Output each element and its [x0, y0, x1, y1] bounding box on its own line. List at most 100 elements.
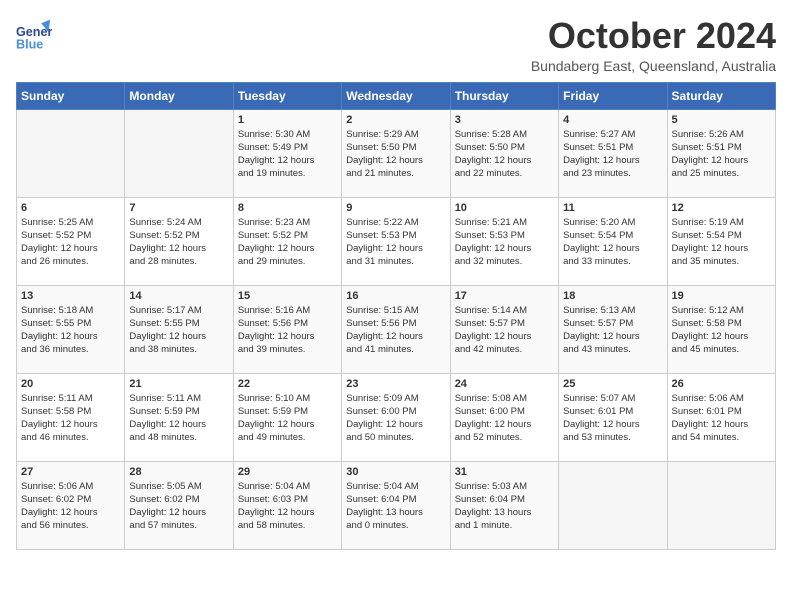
day-info: Sunrise: 5:22 AM Sunset: 5:53 PM Dayligh…	[346, 216, 445, 269]
day-number: 29	[238, 466, 337, 478]
day-info: Sunrise: 5:30 AM Sunset: 5:49 PM Dayligh…	[238, 128, 337, 181]
svg-text:Blue: Blue	[16, 37, 43, 51]
day-number: 30	[346, 466, 445, 478]
day-info: Sunrise: 5:19 AM Sunset: 5:54 PM Dayligh…	[672, 216, 771, 269]
header-monday: Monday	[125, 82, 233, 109]
day-number: 22	[238, 378, 337, 390]
day-number: 8	[238, 202, 337, 214]
day-info: Sunrise: 5:13 AM Sunset: 5:57 PM Dayligh…	[563, 304, 662, 357]
title-block: October 2024 Bundaberg East, Queensland,…	[531, 16, 776, 74]
calendar-week-1: 1 Sunrise: 5:30 AM Sunset: 5:49 PM Daylig…	[17, 109, 776, 197]
day-number: 16	[346, 290, 445, 302]
day-number: 9	[346, 202, 445, 214]
day-number: 21	[129, 378, 228, 390]
day-number: 3	[455, 114, 554, 126]
day-info: Sunrise: 5:11 AM Sunset: 5:59 PM Dayligh…	[129, 392, 228, 445]
header-saturday: Saturday	[667, 82, 775, 109]
day-info: Sunrise: 5:09 AM Sunset: 6:00 PM Dayligh…	[346, 392, 445, 445]
day-info: Sunrise: 5:05 AM Sunset: 6:02 PM Dayligh…	[129, 480, 228, 533]
day-number: 11	[563, 202, 662, 214]
calendar-cell	[667, 461, 775, 549]
calendar-cell: 11 Sunrise: 5:20 AM Sunset: 5:54 PM Dayli…	[559, 197, 667, 285]
day-number: 24	[455, 378, 554, 390]
calendar-cell: 4 Sunrise: 5:27 AM Sunset: 5:51 PM Daylig…	[559, 109, 667, 197]
calendar-cell: 29Sunrise: 5:04 AM Sunset: 6:03 PM Dayli…	[233, 461, 341, 549]
calendar-cell: 10Sunrise: 5:21 AM Sunset: 5:53 PM Dayli…	[450, 197, 558, 285]
day-number: 5	[672, 114, 771, 126]
calendar-cell: 31 Sunrise: 5:03 AM Sunset: 6:04 PM Dayli…	[450, 461, 558, 549]
day-number: 15	[238, 290, 337, 302]
calendar-cell: 1 Sunrise: 5:30 AM Sunset: 5:49 PM Daylig…	[233, 109, 341, 197]
calendar-header-row: Sunday Monday Tuesday Wednesday Thursday…	[17, 82, 776, 109]
day-info: Sunrise: 5:20 AM Sunset: 5:54 PM Dayligh…	[563, 216, 662, 269]
day-number: 12	[672, 202, 771, 214]
day-number: 25	[563, 378, 662, 390]
calendar-cell: 19 Sunrise: 5:12 AM Sunset: 5:58 PM Dayli…	[667, 285, 775, 373]
day-number: 23	[346, 378, 445, 390]
calendar-cell: 2 Sunrise: 5:29 AM Sunset: 5:50 PM Daylig…	[342, 109, 450, 197]
calendar-cell: 3 Sunrise: 5:28 AM Sunset: 5:50 PM Daylig…	[450, 109, 558, 197]
calendar-cell: 15 Sunrise: 5:16 AM Sunset: 5:56 PM Dayli…	[233, 285, 341, 373]
calendar-cell: 18 Sunrise: 5:13 AM Sunset: 5:57 PM Dayli…	[559, 285, 667, 373]
calendar-cell: 20Sunrise: 5:11 AM Sunset: 5:58 PM Dayli…	[17, 373, 125, 461]
day-number: 1	[238, 114, 337, 126]
calendar-cell: 24 Sunrise: 5:08 AM Sunset: 6:00 PM Dayli…	[450, 373, 558, 461]
calendar-cell: 8Sunrise: 5:23 AM Sunset: 5:52 PM Daylig…	[233, 197, 341, 285]
logo-icon: General Blue	[16, 16, 52, 52]
header-friday: Friday	[559, 82, 667, 109]
day-info: Sunrise: 5:25 AM Sunset: 5:52 PM Dayligh…	[21, 216, 120, 269]
calendar-week-5: 27 Sunrise: 5:06 AM Sunset: 6:02 PM Dayli…	[17, 461, 776, 549]
day-info: Sunrise: 5:27 AM Sunset: 5:51 PM Dayligh…	[563, 128, 662, 181]
calendar-cell: 30 Sunrise: 5:04 AM Sunset: 6:04 PM Dayli…	[342, 461, 450, 549]
calendar-cell: 14Sunrise: 5:17 AM Sunset: 5:55 PM Dayli…	[125, 285, 233, 373]
calendar-cell: 13Sunrise: 5:18 AM Sunset: 5:55 PM Dayli…	[17, 285, 125, 373]
day-info: Sunrise: 5:26 AM Sunset: 5:51 PM Dayligh…	[672, 128, 771, 181]
calendar-cell: 6Sunrise: 5:25 AM Sunset: 5:52 PM Daylig…	[17, 197, 125, 285]
calendar-cell: 12 Sunrise: 5:19 AM Sunset: 5:54 PM Dayli…	[667, 197, 775, 285]
day-info: Sunrise: 5:28 AM Sunset: 5:50 PM Dayligh…	[455, 128, 554, 181]
day-number: 10	[455, 202, 554, 214]
calendar-cell: 27 Sunrise: 5:06 AM Sunset: 6:02 PM Dayli…	[17, 461, 125, 549]
calendar-cell: 23 Sunrise: 5:09 AM Sunset: 6:00 PM Dayli…	[342, 373, 450, 461]
calendar-week-4: 20Sunrise: 5:11 AM Sunset: 5:58 PM Dayli…	[17, 373, 776, 461]
day-info: Sunrise: 5:16 AM Sunset: 5:56 PM Dayligh…	[238, 304, 337, 357]
calendar-cell	[559, 461, 667, 549]
header-wednesday: Wednesday	[342, 82, 450, 109]
day-info: Sunrise: 5:08 AM Sunset: 6:00 PM Dayligh…	[455, 392, 554, 445]
calendar-cell: 17 Sunrise: 5:14 AM Sunset: 5:57 PM Dayli…	[450, 285, 558, 373]
calendar-table: Sunday Monday Tuesday Wednesday Thursday…	[16, 82, 776, 550]
calendar-week-2: 6Sunrise: 5:25 AM Sunset: 5:52 PM Daylig…	[17, 197, 776, 285]
header-thursday: Thursday	[450, 82, 558, 109]
day-info: Sunrise: 5:14 AM Sunset: 5:57 PM Dayligh…	[455, 304, 554, 357]
day-number: 27	[21, 466, 120, 478]
page-header: General Blue October 2024 Bundaberg East…	[16, 16, 776, 74]
day-number: 17	[455, 290, 554, 302]
day-info: Sunrise: 5:06 AM Sunset: 6:02 PM Dayligh…	[21, 480, 120, 533]
day-number: 7	[129, 202, 228, 214]
day-number: 19	[672, 290, 771, 302]
calendar-cell: 22Sunrise: 5:10 AM Sunset: 5:59 PM Dayli…	[233, 373, 341, 461]
calendar-cell: 5 Sunrise: 5:26 AM Sunset: 5:51 PM Daylig…	[667, 109, 775, 197]
day-info: Sunrise: 5:17 AM Sunset: 5:55 PM Dayligh…	[129, 304, 228, 357]
day-number: 13	[21, 290, 120, 302]
calendar-cell	[17, 109, 125, 197]
day-number: 4	[563, 114, 662, 126]
day-info: Sunrise: 5:29 AM Sunset: 5:50 PM Dayligh…	[346, 128, 445, 181]
day-number: 28	[129, 466, 228, 478]
calendar-cell: 7 Sunrise: 5:24 AM Sunset: 5:52 PM Daylig…	[125, 197, 233, 285]
calendar-cell: 21 Sunrise: 5:11 AM Sunset: 5:59 PM Dayli…	[125, 373, 233, 461]
day-number: 2	[346, 114, 445, 126]
day-info: Sunrise: 5:06 AM Sunset: 6:01 PM Dayligh…	[672, 392, 771, 445]
calendar-cell: 28 Sunrise: 5:05 AM Sunset: 6:02 PM Dayli…	[125, 461, 233, 549]
month-title: October 2024	[531, 16, 776, 56]
day-info: Sunrise: 5:11 AM Sunset: 5:58 PM Dayligh…	[21, 392, 120, 445]
logo: General Blue	[16, 16, 56, 52]
day-info: Sunrise: 5:24 AM Sunset: 5:52 PM Dayligh…	[129, 216, 228, 269]
day-info: Sunrise: 5:15 AM Sunset: 5:56 PM Dayligh…	[346, 304, 445, 357]
day-number: 26	[672, 378, 771, 390]
day-info: Sunrise: 5:12 AM Sunset: 5:58 PM Dayligh…	[672, 304, 771, 357]
day-info: Sunrise: 5:03 AM Sunset: 6:04 PM Dayligh…	[455, 480, 554, 533]
day-number: 18	[563, 290, 662, 302]
day-number: 31	[455, 466, 554, 478]
day-info: Sunrise: 5:04 AM Sunset: 6:04 PM Dayligh…	[346, 480, 445, 533]
